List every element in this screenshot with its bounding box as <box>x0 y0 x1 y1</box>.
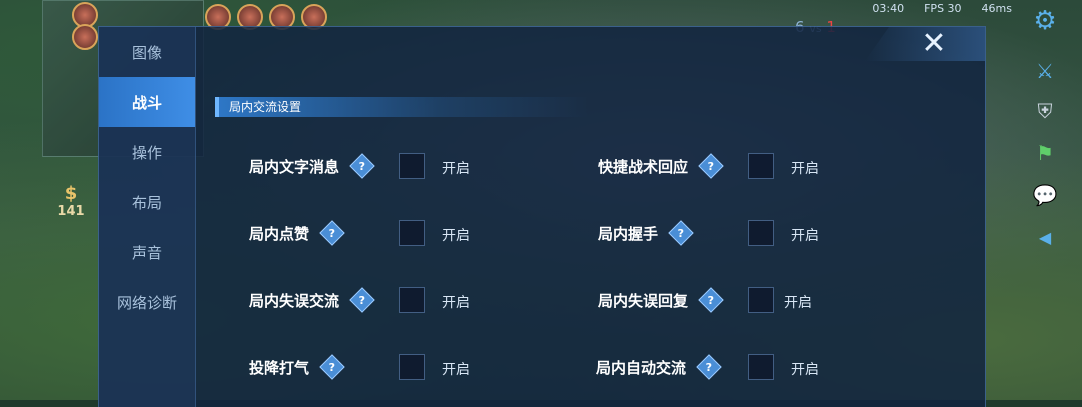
toggle-checkbox[interactable] <box>748 220 774 246</box>
toggle-checkbox[interactable] <box>399 220 425 246</box>
setting-label: 局内文字消息 <box>249 157 340 176</box>
right-action-rail: ⚙ ⚔ ⛨ ⚑ 💬 ◀ <box>1012 0 1082 400</box>
setting-row: 局内失误回复 ? <box>598 285 724 315</box>
help-icon[interactable]: ? <box>319 354 345 380</box>
close-button[interactable]: ✕ <box>919 29 949 59</box>
match-time: 03:40 <box>872 2 905 15</box>
help-icon[interactable]: ? <box>698 153 724 179</box>
toggle-checkbox[interactable] <box>399 153 425 179</box>
top-status-bar: 03:40 FPS 30 46ms <box>872 2 1012 15</box>
toggle-label: 开启 <box>791 161 819 177</box>
setting-row: 局内文字消息 ? <box>249 151 375 181</box>
gear-icon[interactable]: ⚙ <box>1030 6 1060 36</box>
setting-label: 局内点赞 <box>249 224 310 243</box>
toggle-checkbox[interactable] <box>399 287 425 313</box>
toggle-checkbox[interactable] <box>399 354 425 380</box>
setting-row: 局内点赞 ? <box>249 218 345 248</box>
ping-readout: 46ms <box>981 2 1012 15</box>
sidebar-item-combat[interactable]: 战斗 <box>99 77 195 127</box>
toggle-label: 开启 <box>791 362 819 378</box>
toggle-label: 开启 <box>442 362 470 378</box>
toggle-checkbox[interactable] <box>748 354 774 380</box>
ally-hero-portrait <box>72 24 98 50</box>
toggle-label: 开启 <box>442 161 470 177</box>
help-icon[interactable]: ? <box>349 153 375 179</box>
setting-row: 投降打气 ? <box>249 352 345 382</box>
help-icon[interactable]: ? <box>698 287 724 313</box>
setting-label: 局内自动交流 <box>596 358 687 377</box>
gold-counter[interactable]: $ 141 <box>44 183 98 233</box>
setting-row: 局内失误交流 ? <box>249 285 375 315</box>
settings-sidebar: 图像 战斗 操作 布局 声音 网络诊断 <box>99 27 196 407</box>
fps-readout: FPS 30 <box>924 2 962 15</box>
help-icon[interactable]: ? <box>696 354 722 380</box>
help-icon[interactable]: ? <box>319 220 345 246</box>
toggle-checkbox[interactable] <box>748 287 774 313</box>
flag-icon[interactable]: ⚑ <box>1030 138 1060 168</box>
settings-panel: ✕ 图像 战斗 操作 布局 声音 网络诊断 局内交流设置 局内文字消息 ? 开启… <box>98 26 986 407</box>
setting-row: 局内自动交流 ? <box>596 352 722 382</box>
shield-icon[interactable]: ⛨ <box>1030 96 1060 126</box>
setting-label: 局内失误交流 <box>249 291 340 310</box>
setting-label: 投降打气 <box>249 358 310 377</box>
chevron-left-icon[interactable]: ◀ <box>1030 222 1060 252</box>
sidebar-item-controls[interactable]: 操作 <box>99 127 195 177</box>
toggle-label: 开启 <box>442 228 470 244</box>
sidebar-item-network-diagnostics[interactable]: 网络诊断 <box>99 277 195 327</box>
section-title: 局内交流设置 <box>215 97 589 117</box>
setting-label: 快捷战术回应 <box>598 157 689 176</box>
toggle-label: 开启 <box>784 295 812 311</box>
toggle-checkbox[interactable] <box>748 153 774 179</box>
chat-bubble-icon[interactable]: 💬 <box>1030 180 1060 210</box>
setting-label: 局内失误回复 <box>598 291 689 310</box>
sidebar-item-layout[interactable]: 布局 <box>99 177 195 227</box>
setting-label: 局内握手 <box>598 224 659 243</box>
toggle-label: 开启 <box>442 295 470 311</box>
setting-row: 局内握手 ? <box>598 218 694 248</box>
sidebar-item-sound[interactable]: 声音 <box>99 227 195 277</box>
sidebar-item-graphics[interactable]: 图像 <box>99 27 195 77</box>
help-icon[interactable]: ? <box>668 220 694 246</box>
sword-icon[interactable]: ⚔ <box>1030 56 1060 86</box>
help-icon[interactable]: ? <box>349 287 375 313</box>
gold-bag-icon: $ <box>64 183 78 204</box>
setting-row: 快捷战术回应 ? <box>598 151 724 181</box>
gold-amount: 141 <box>57 204 85 219</box>
toggle-label: 开启 <box>791 228 819 244</box>
